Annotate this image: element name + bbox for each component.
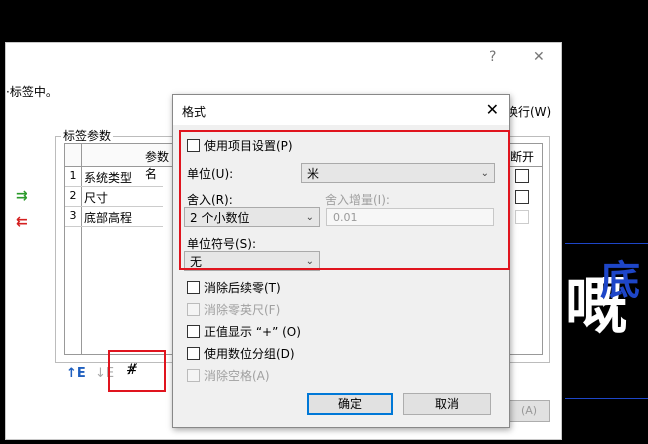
remove-parameter-icon[interactable]: ⇇ [16,214,28,230]
column-header-break: 断开 [510,150,535,164]
row-number: 3 [69,209,77,222]
label-params-title: 标签参数 [61,127,114,144]
row-param-name: 底部高程 [84,211,133,225]
row-number: 2 [69,189,77,202]
checkbox-label: 消除空格(A) [204,368,270,383]
break-checkbox[interactable] [515,169,529,183]
background-blue-line [565,398,648,399]
label-params-grid: 参数名 1 系统类型 2 尺寸 3 底部高程 [64,143,174,355]
main-apply-button[interactable]: (A) [508,400,550,422]
suppress-spaces-checkbox[interactable]: 消除空格(A) [187,367,270,383]
checkbox-label: 正值显示 “+” (O) [204,324,301,339]
suppress-trailing-zeros-checkbox[interactable]: 消除后续零(T) [187,279,281,295]
cancel-button[interactable]: 取消 [403,393,491,415]
use-digit-grouping-checkbox[interactable]: 使用数位分组(D) [187,345,295,361]
help-icon[interactable]: ? [489,49,496,65]
add-parameter-icon[interactable]: ⇉ [16,188,28,204]
checkbox-box[interactable] [187,280,200,294]
highlight-settings-box [179,130,510,270]
table-row[interactable]: 3 底部高程 [65,207,163,227]
checkbox-box[interactable] [187,302,200,316]
format-dialog-titlebar: 格式 ✕ [173,95,509,125]
checkbox-label: 使用数位分组(D) [204,346,295,361]
row-param-name: 尺寸 [84,191,109,205]
edit-format-icon[interactable]: #̸ [126,362,138,378]
checkbox-box[interactable] [187,368,200,382]
background-blue-line [565,243,648,244]
checkbox-label: 消除后续零(T) [204,280,281,295]
header-text: ·标签中。 [6,85,58,99]
suppress-zero-feet-checkbox[interactable]: 消除零英尺(F) [187,301,280,317]
checkbox-box[interactable] [187,324,200,338]
close-icon[interactable]: ✕ [486,100,499,119]
table-row[interactable]: 2 尺寸 [65,187,163,207]
format-dialog-title: 格式 [182,105,207,119]
wrap-label: 换行(W) [506,105,552,119]
break-checkbox[interactable] [515,190,529,204]
table-row[interactable]: 1 系统类型 [65,167,163,187]
ok-button[interactable]: 确定 [307,393,393,415]
background-tag-art: 底 [600,258,640,304]
checkbox-label: 消除零英尺(F) [204,302,281,317]
break-checkbox[interactable] [515,210,529,224]
row-number: 1 [69,169,77,182]
checkbox-box[interactable] [187,346,200,360]
move-up-icon[interactable]: ↑E [66,366,86,381]
close-icon[interactable]: ✕ [533,49,545,65]
show-plus-sign-checkbox[interactable]: 正值显示 “+” (O) [187,323,301,339]
row-param-name: 系统类型 [84,171,133,185]
